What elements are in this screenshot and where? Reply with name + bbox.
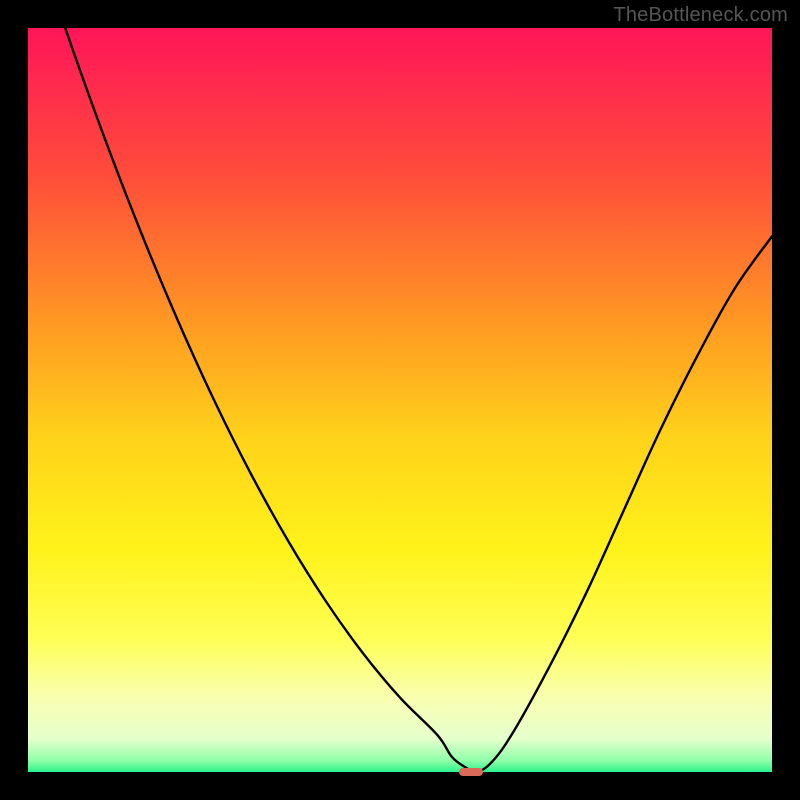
watermark-text: TheBottleneck.com [613, 4, 788, 27]
plot-svg [28, 28, 772, 772]
chart-container: TheBottleneck.com [0, 0, 800, 800]
plot-frame [28, 28, 772, 772]
gradient-background [28, 28, 772, 772]
optimal-point-marker [459, 768, 483, 777]
